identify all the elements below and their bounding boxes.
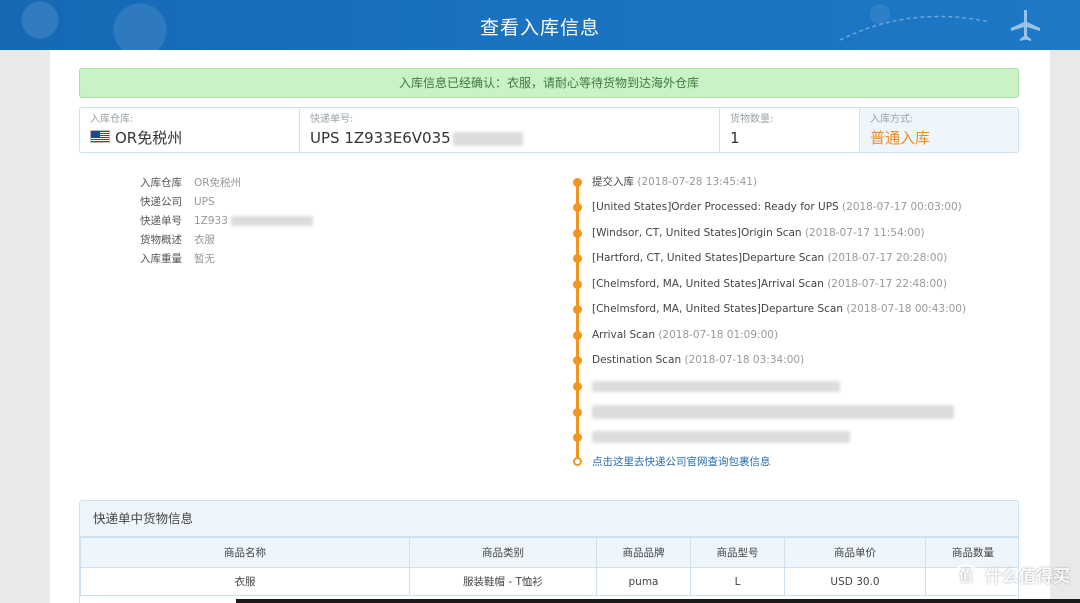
- table-cell: puma: [596, 567, 691, 596]
- column-header: 商品名称: [80, 537, 410, 568]
- event-time: (2018-07-17 20:28:00): [827, 252, 948, 264]
- timeline-dot-icon: [573, 203, 582, 212]
- event-text: [Chelmsford, MA, United States]Departure…: [592, 303, 844, 315]
- column-header: 商品型号: [690, 537, 785, 568]
- timeline-dot-icon: [573, 356, 582, 365]
- redacted-event: [592, 431, 850, 443]
- quantity-cell: 货物数量: 1: [720, 108, 860, 152]
- redacted-tracking: [230, 216, 313, 226]
- event-time: (2018-07-18 01:09:00): [658, 329, 779, 341]
- quantity-value: 1: [730, 129, 740, 147]
- timeline-end-icon: [573, 457, 582, 466]
- bottom-dark-strip: [236, 599, 1080, 603]
- detail-key: 快递公司: [140, 196, 182, 208]
- event-time: (2018-07-17 22:48:00): [827, 278, 947, 290]
- timeline-dot-icon: [573, 280, 582, 289]
- timeline-dot-icon: [573, 254, 582, 263]
- event-text: [Chelmsford, MA, United States]Arrival S…: [592, 278, 824, 290]
- summary-box: 入库仓库: OR免税州 快递单号: UPS 1Z933E6V035 货物数量: …: [79, 107, 1019, 153]
- warehouse-label: 入库仓库:: [90, 114, 134, 125]
- redacted-event: [592, 381, 840, 392]
- detail-key: 入库重量: [140, 253, 182, 265]
- table-cell: 服装鞋帽 - T恤衫: [409, 567, 597, 596]
- warehouse-cell: 入库仓库: OR免税州: [80, 108, 300, 152]
- detail-key: 入库仓库: [140, 177, 182, 189]
- event-time: (2018-07-17 00:03:00): [842, 201, 962, 213]
- column-header: 商品类别: [409, 537, 597, 568]
- method-label: 入库方式:: [870, 114, 914, 125]
- event-text: Arrival Scan: [592, 329, 655, 341]
- details-list: 入库仓库 OR免税州 快递公司 UPS 快递单号 1Z933 货物概述 衣服 入库重量暂…: [140, 174, 313, 269]
- method-value: 普通入库: [870, 129, 931, 147]
- event-text: Destination Scan: [592, 354, 682, 366]
- timeline-dot-icon: [573, 331, 582, 340]
- site-watermark: 值什么值得买: [953, 562, 1070, 590]
- detail-value: 衣服: [194, 234, 215, 246]
- timeline-dot-icon: [573, 305, 582, 314]
- table-cell: L: [690, 567, 785, 596]
- detail-row: 货物概述 衣服: [140, 231, 313, 250]
- detail-row: 入库仓库 OR免税州: [140, 174, 313, 193]
- tracking-label: 快递单号:: [310, 114, 354, 125]
- table-header-row: 商品名称 商品类别 商品品牌 商品型号 商品单价 商品数量: [80, 537, 1018, 568]
- column-header: 商品品牌: [596, 537, 691, 568]
- redacted-event: [592, 405, 954, 419]
- timeline-dot-icon: [573, 229, 582, 238]
- detail-key: 快递单号: [140, 215, 182, 227]
- timeline-dot-icon: [573, 178, 582, 187]
- timeline-dot-icon: [573, 408, 582, 417]
- event-text: 提交入库: [592, 176, 634, 188]
- event-time: (2018-07-18 03:34:00): [684, 354, 805, 366]
- event-time: (2018-07-17 11:54:00): [804, 227, 925, 239]
- page-title: 查看入库信息: [479, 17, 600, 39]
- event-text: [United States]Order Processed: Ready fo…: [592, 201, 839, 213]
- event-text: [Windsor, CT, United States]Origin Scan: [592, 227, 802, 239]
- detail-key: 货物概述: [140, 234, 182, 246]
- detail-value: 1Z933: [194, 215, 228, 227]
- tracking-value: UPS 1Z933E6V035: [310, 129, 451, 147]
- detail-row: 入库重量 暂无: [140, 250, 313, 269]
- quantity-label: 货物数量:: [730, 114, 774, 125]
- event-time: (2018-07-28 13:45:41): [637, 176, 758, 188]
- column-header: 商品单价: [784, 537, 926, 568]
- goods-table: 商品名称 商品类别 商品品牌 商品型号 商品单价 商品数量 衣服 服装鞋帽 - …: [80, 537, 1018, 596]
- event-text: [Hartford, CT, United States]Departure S…: [592, 252, 825, 264]
- redacted-tracking: [452, 131, 523, 146]
- goods-section-title: 快递单中货物信息: [80, 501, 1018, 537]
- us-flag-icon: [90, 130, 110, 143]
- confirmation-alert: 入库信息已经确认：衣服，请耐心等待货物到达海外仓库: [79, 68, 1019, 98]
- method-cell: 入库方式: 普通入库: [860, 108, 1018, 152]
- table-cell: 衣服: [80, 567, 410, 596]
- detail-value: 暂无: [194, 253, 215, 265]
- warehouse-value: OR免税州: [115, 129, 183, 147]
- timeline-dot-icon: [573, 382, 582, 391]
- detail-value: OR免税州: [194, 177, 242, 189]
- detail-row: 快递公司 UPS: [140, 193, 313, 212]
- detail-row: 快递单号 1Z933: [140, 212, 313, 231]
- timeline-line: [576, 180, 579, 462]
- timeline-dot-icon: [573, 433, 582, 442]
- table-cell: USD 30.0: [784, 567, 926, 596]
- table-row: 衣服 服装鞋帽 - T恤衫 puma L USD 30.0: [80, 567, 1018, 596]
- carrier-tracking-link[interactable]: 点击这里去快递公司官网查询包裹信息: [592, 454, 771, 469]
- event-time: (2018-07-18 00:43:00): [846, 303, 967, 315]
- tracking-timeline: 提交入库 (2018-07-28 13:45:41) [United State…: [573, 170, 993, 470]
- tracking-cell: 快递单号: UPS 1Z933E6V035: [300, 108, 720, 152]
- watermark-text: 什么值得买: [985, 567, 1070, 587]
- detail-value: UPS: [194, 196, 215, 208]
- goods-section: 快递单中货物信息 商品名称 商品类别 商品品牌 商品型号 商品单价 商品数量 衣…: [79, 500, 1019, 603]
- top-header-bar: 查看入库信息: [0, 0, 1080, 50]
- watermark-logo-icon: 值: [953, 564, 979, 590]
